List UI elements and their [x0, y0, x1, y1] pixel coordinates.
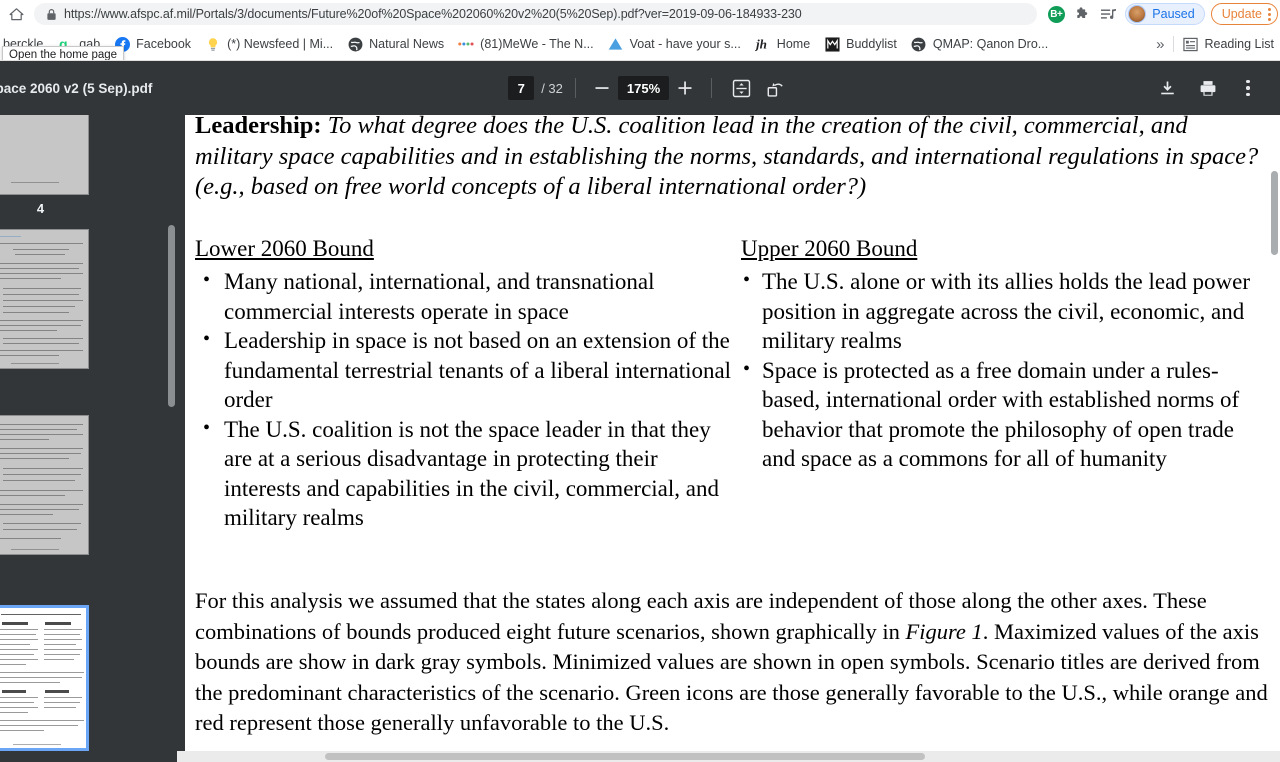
profile-status-label: Paused [1152, 7, 1195, 21]
bookmarks-bar: berckle g gab Facebook (*) Newsfeed | Mi… [0, 28, 1280, 61]
figure-reference: Figure 1 [905, 618, 983, 644]
globe-icon [347, 36, 363, 52]
browser-toolbar: https://www.afspc.af.mil/Portals/3/docum… [0, 0, 1280, 28]
bookmark-label: (81)MeWe - The N... [480, 37, 594, 51]
pdf-document-title: of Space 2060 v2 (5 Sep).pdf [0, 80, 153, 96]
thumbnail-scrollbar[interactable] [166, 115, 177, 762]
bookmark-voat[interactable]: Voat - have your s... [601, 32, 748, 56]
mewe-dots-icon [458, 36, 474, 52]
reading-list-button[interactable]: Reading List [1174, 36, 1280, 52]
home-icon [8, 6, 25, 23]
reading-list-icon [1183, 36, 1199, 52]
voat-triangle-icon [608, 36, 624, 52]
pdf-document-pane[interactable]: Leadership: To what degree does the U.S.… [177, 115, 1280, 762]
bookmark-label: Home [776, 37, 811, 51]
profile-paused-button[interactable]: Paused [1125, 3, 1205, 25]
print-icon[interactable] [1188, 73, 1228, 103]
upper-bound-column: Upper 2060 Bound The U.S. alone or with … [741, 236, 1261, 474]
bitwarden-badge-label: B+ [1047, 5, 1065, 23]
pdf-page-and-zoom-controls: 7 / 32 175% [508, 74, 792, 102]
lower-bound-list: Many national, international, and transn… [195, 266, 735, 533]
thumbnail-page-preview [0, 229, 89, 369]
thumbnail-item-current[interactable]: 7 [0, 605, 89, 751]
bookmark-qmap[interactable]: QMAP: Qanon Dro... [904, 32, 1055, 56]
pdf-viewer-body: 4 Leadership: To what degree does the U.… [0, 115, 1280, 762]
home-button-tooltip: Open the home page [2, 46, 125, 60]
lower-bound-heading: Lower 2060 Bound [195, 236, 374, 261]
pdf-viewer-toolbar: of Space 2060 v2 (5 Sep).pdf 7 / 32 175% [0, 61, 1280, 115]
browser-menu-kebab-icon[interactable] [1268, 7, 1271, 21]
question-block: Leadership: To what degree does the U.S.… [195, 115, 1260, 203]
avatar [1128, 5, 1147, 23]
jh-icon: jh [755, 36, 771, 52]
thumbnail-sidebar[interactable]: 4 [0, 115, 177, 762]
analysis-paragraph: For this analysis we assumed that the st… [195, 586, 1270, 739]
update-label: Update [1221, 7, 1262, 21]
pdf-toolbar-actions [1148, 73, 1280, 103]
toolbar-divider [711, 78, 713, 98]
bookmark-buddylist[interactable]: Buddylist [817, 32, 904, 56]
question-label: Leadership: [195, 115, 322, 139]
bookmark-label: Natural News [369, 37, 445, 51]
bookmark-mewe[interactable]: (81)MeWe - The N... [451, 32, 600, 56]
bookmark-home[interactable]: jh Home [748, 32, 817, 56]
update-button[interactable]: Update [1210, 3, 1278, 25]
url-text: https://www.afspc.af.mil/Portals/3/docum… [64, 7, 802, 21]
reading-list-label: Reading List [1204, 37, 1275, 51]
zoom-out-icon[interactable] [588, 75, 616, 101]
document-horizontal-scrollbar[interactable] [177, 751, 1280, 762]
lower-bound-column: Lower 2060 Bound Many national, internat… [195, 236, 735, 533]
document-vertical-scrollbar[interactable] [1269, 115, 1280, 762]
list-item: Leadership in space is not based on an e… [195, 325, 735, 415]
upper-bound-list: The U.S. alone or with its allies holds … [741, 266, 1261, 474]
thumbnail-page-number: 4 [36, 201, 45, 216]
thumbnail-page-preview [0, 415, 89, 555]
bookmarks-overflow-button[interactable]: » [1148, 36, 1172, 53]
zoom-in-icon[interactable] [671, 75, 699, 101]
list-item: The U.S. alone or with its allies holds … [741, 266, 1261, 356]
media-playlist-icon[interactable] [1095, 2, 1121, 26]
minds-bulb-icon [205, 36, 221, 52]
thumbnail-item[interactable]: 5 [0, 229, 89, 510]
globe-icon [911, 36, 927, 52]
document-horizontal-scrollbar-handle[interactable] [325, 753, 925, 760]
list-item: Space is protected as a free domain unde… [741, 355, 1261, 474]
extensions-puzzle-icon[interactable] [1069, 2, 1095, 26]
page-total-label: / 32 [541, 80, 563, 96]
lock-icon [46, 8, 57, 21]
list-item: Many national, international, and transn… [195, 266, 735, 326]
address-bar[interactable]: https://www.afspc.af.mil/Portals/3/docum… [34, 3, 1038, 25]
page-number-input[interactable]: 7 [508, 76, 535, 100]
thumbnail-item[interactable]: 6 [0, 415, 89, 555]
pdf-page: Leadership: To what degree does the U.S.… [185, 115, 1280, 751]
upper-bound-heading: Upper 2060 Bound [741, 236, 918, 261]
bitwarden-extension-icon[interactable]: B+ [1043, 2, 1069, 26]
zoom-level-label[interactable]: 175% [617, 76, 670, 100]
more-options-icon[interactable] [1228, 73, 1268, 103]
toolbar-divider [574, 78, 576, 98]
bookmark-newsfeed-minds[interactable]: (*) Newsfeed | Mi... [198, 32, 340, 56]
document-vertical-scrollbar-handle[interactable] [1271, 171, 1278, 255]
pdf-page-content: Leadership: To what degree does the U.S.… [185, 115, 1280, 751]
download-icon[interactable] [1148, 73, 1188, 103]
bookmark-label: Voat - have your s... [629, 37, 741, 51]
bookmark-label: QMAP: Qanon Dro... [932, 37, 1049, 51]
thumbnail-item[interactable]: 4 [0, 115, 89, 216]
svg-text:jh: jh [755, 37, 767, 52]
thumbnail-scrollbar-handle[interactable] [168, 225, 175, 407]
thumbnail-page-preview [0, 605, 89, 751]
question-text: To what degree does the U.S. coalition l… [195, 115, 1259, 200]
buddylist-icon [824, 36, 840, 52]
list-item: The U.S. coalition is not the space lead… [195, 414, 735, 533]
bookmark-label: Buddylist [846, 37, 897, 51]
bookmark-label: (*) Newsfeed | Mi... [227, 37, 334, 51]
fit-to-page-icon[interactable] [724, 74, 758, 102]
browser-toolbar-actions: B+ Paused Update [1043, 2, 1280, 26]
browser-window: https://www.afspc.af.mil/Portals/3/docum… [0, 0, 1280, 762]
bookmark-natural-news[interactable]: Natural News [340, 32, 451, 56]
home-button[interactable] [2, 2, 30, 26]
bookmark-label: Facebook [136, 37, 192, 51]
rotate-icon[interactable] [758, 74, 792, 102]
thumbnail-page-preview [0, 115, 89, 195]
